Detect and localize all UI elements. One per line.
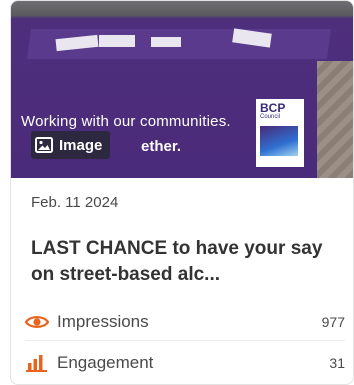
background-pavement: [317, 61, 353, 178]
banner-text-2: ether.: [141, 138, 182, 155]
image-tag-label: Image: [59, 136, 103, 154]
logo-art: [260, 126, 298, 156]
bcp-council-logo: BCP Council: [256, 99, 304, 167]
engagement-row: Engagement 31: [25, 348, 345, 378]
banner-text: Working with our communities.: [21, 113, 231, 130]
impressions-row: Impressions 977: [25, 307, 345, 337]
image-icon: [35, 137, 53, 153]
leaflet: [151, 37, 181, 47]
engagement-value: 31: [329, 355, 345, 371]
impressions-value: 977: [321, 314, 345, 330]
logo-sub: Council: [260, 114, 281, 120]
divider: [25, 340, 345, 341]
engagement-label: Engagement: [57, 353, 154, 372]
eye-icon: [25, 312, 49, 332]
impressions-label: Impressions: [57, 312, 149, 331]
bar-chart-icon: [25, 353, 49, 373]
logo-text: BCP: [260, 101, 286, 115]
post-title[interactable]: LAST CHANCE to have your say on street-b…: [31, 236, 341, 288]
leaflet: [99, 35, 135, 47]
image-type-tag: Image: [31, 131, 111, 159]
post-image: Working with our communities. ether. BCP…: [11, 1, 353, 178]
post-card[interactable]: Working with our communities. ether. BCP…: [10, 0, 354, 385]
post-date: Feb. 11 2024: [31, 194, 119, 211]
